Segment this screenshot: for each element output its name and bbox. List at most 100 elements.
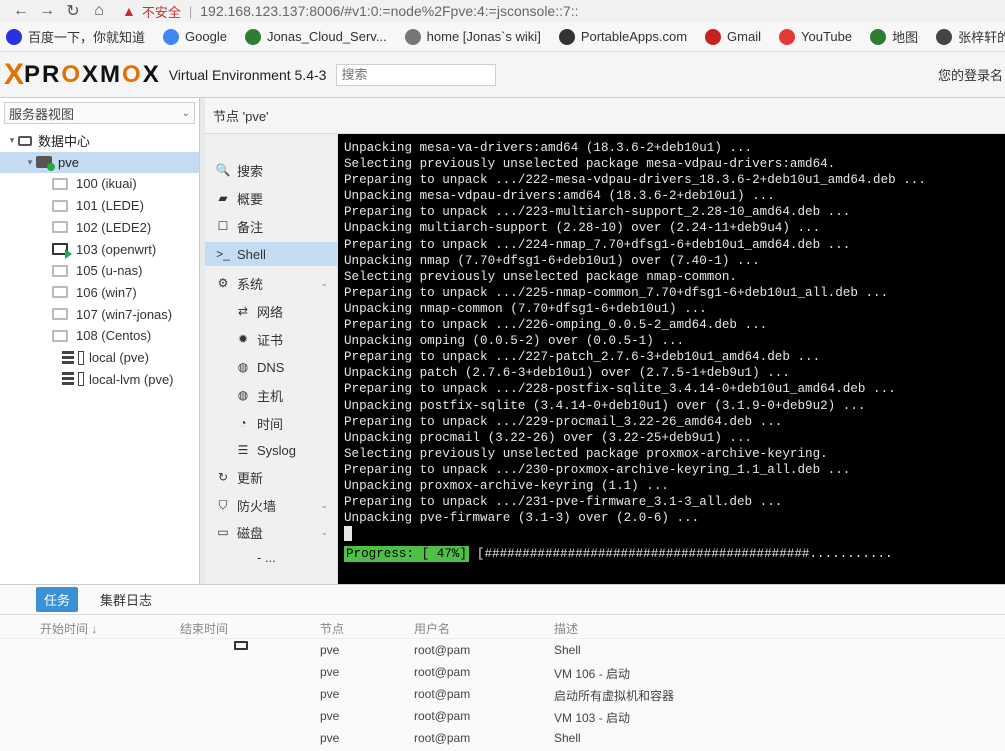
bookmark-item[interactable]: 地图 (870, 27, 918, 46)
nav-item-label: 搜索 (237, 163, 264, 179)
bookmark-item[interactable]: Gmail (705, 28, 761, 45)
home-icon[interactable]: ⌂ (86, 2, 112, 20)
task-table-header: 开始时间 ↓ 结束时间 节点 用户名 描述 (0, 615, 1005, 639)
tree-datacenter[interactable]: ▾ 数据中心 (0, 130, 199, 151)
nav-item[interactable]: ⛉ 防火墙 ⌄ (205, 493, 337, 517)
reload-icon[interactable]: ↻ (60, 1, 86, 21)
nav-item-label: 更新 (237, 470, 264, 486)
terminal-line: Preparing to unpack .../231-pve-firmware… (344, 495, 783, 510)
terminal-icon: >_ (216, 247, 230, 261)
logo-x: X (4, 57, 25, 91)
nav-item[interactable]: >_ Shell (205, 242, 337, 266)
warning-icon[interactable]: ▲ (122, 3, 136, 19)
nav-item[interactable]: ☰ Syslog (205, 438, 337, 462)
tree-vm[interactable]: 105 (u-nas) (0, 260, 199, 281)
tree-storage-label: local-lvm (pve) (89, 371, 174, 387)
nav-item[interactable]: ↻ 更新 (205, 465, 337, 489)
nav-item[interactable]: ▰ 概要 (205, 186, 337, 210)
storage-icon (62, 350, 74, 365)
network-icon: ⇄ (237, 304, 249, 318)
column-header[interactable]: 节点 (320, 620, 344, 637)
tree-vm[interactable]: 108 (Centos) (0, 325, 199, 346)
nav-item[interactable]: ⚙ 系统 ⌄ (205, 271, 337, 295)
terminal-line: Unpacking procmail (3.22-26) over (3.22-… (344, 430, 753, 445)
shell-terminal[interactable]: Unpacking mesa-va-drivers:amd64 (18.3.6-… (338, 134, 1005, 584)
forward-icon[interactable]: → (34, 2, 60, 20)
disk-icon: ▭ (217, 525, 229, 539)
bookmark-item[interactable]: 张梓轩的 (936, 27, 1005, 46)
terminal-line: Unpacking nmap (7.70+dfsg1-6+deb10u1) ov… (344, 253, 760, 268)
task-row[interactable]: pve root@pam 启动所有虚拟机和容器 (0, 683, 1005, 705)
proxmox-logo[interactable]: X PROXMOX (4, 57, 161, 91)
nav-item[interactable]: ◍ DNS (205, 355, 337, 379)
tree-vm[interactable]: 103 (openwrt) (0, 239, 199, 260)
maps-icon (870, 28, 887, 45)
nav-item[interactable]: ✹ 证书 (205, 327, 337, 351)
search-input[interactable] (336, 63, 497, 86)
gears-icon: ⚙ (217, 276, 229, 290)
nav-item-label: 系统 (237, 276, 264, 292)
tree-vm[interactable]: 101 (LEDE) (0, 195, 199, 216)
nav-item[interactable]: ◔ 时间 (205, 411, 337, 435)
bookmark-item[interactable]: home [Jonas`s wiki] (404, 28, 541, 45)
nav-item[interactable]: ▭ 磁盘 ⌄ (205, 520, 337, 544)
tree-vm[interactable]: 102 (LEDE2) (0, 217, 199, 238)
terminal-line: Unpacking proxmox-archive-keyring (1.1) … (344, 478, 669, 493)
bookmark-item[interactable]: Jonas_Cloud_Serv... (244, 28, 387, 45)
task-row[interactable]: pve root@pam VM 103 - 启动 (0, 705, 1005, 727)
nav-item[interactable]: - ... (205, 545, 337, 569)
bookmark-item[interactable]: YouTube (779, 28, 852, 45)
nav-item[interactable]: 🔍 搜索 (205, 158, 337, 182)
bookmark-item[interactable]: 百度一下，你就知道 (6, 27, 145, 46)
back-icon[interactable]: ← (8, 2, 34, 20)
terminal-cursor (344, 526, 352, 542)
collapse-arrow-icon[interactable]: ▾ (24, 157, 36, 168)
nav-item-label: 磁盘 (237, 525, 264, 541)
tree-storage[interactable]: local-lvm (pve) (0, 369, 199, 390)
nav-item-label: 时间 (257, 416, 284, 432)
task-row[interactable]: pve root@pam VM 106 - 启动 (0, 661, 1005, 683)
terminal-line: Preparing to unpack .../229-procmail_3.2… (344, 414, 783, 429)
column-header[interactable]: 描述 (554, 620, 578, 637)
tree-vm[interactable]: 107 (win7-jonas) (0, 304, 199, 325)
chevron-down-icon: ⌄ (320, 499, 328, 510)
task-row[interactable]: pve root@pam Shell (0, 639, 1005, 661)
collapse-arrow-icon[interactable]: ▾ (6, 135, 18, 146)
tree-storage[interactable]: local (pve) (0, 347, 199, 368)
view-select[interactable]: 服务器视图 ⌄ (4, 102, 195, 124)
nav-item[interactable]: ☐ 备注 (205, 214, 337, 238)
nav-item-label: 证书 (257, 332, 284, 348)
nav-item[interactable]: ⇄ 网络 (205, 299, 337, 323)
terminal-line: Unpacking patch (2.7.6-3+deb10u1) over (… (344, 366, 790, 381)
task-tab[interactable]: 集群日志 (92, 587, 160, 612)
certificate-icon: ✹ (237, 332, 249, 346)
url-text[interactable]: 192.168.123.137:8006/#v1:0:=node%2Fpve:4… (200, 3, 578, 19)
column-header[interactable]: 结束时间 (180, 620, 228, 637)
nav-item[interactable]: ◍ 主机 (205, 383, 337, 407)
task-row[interactable]: pve root@pam Shell (0, 727, 1005, 749)
bookmark-item[interactable]: PortableApps.com (558, 28, 687, 45)
security-label[interactable]: 不安全 (142, 2, 181, 21)
clock-icon: ◔ (239, 416, 247, 430)
column-header[interactable]: 用户名 (414, 620, 450, 637)
terminal-line: Unpacking nmap-common (7.70+dfsg1-6+deb1… (344, 301, 707, 316)
tree-vm[interactable]: 100 (ikuai) (0, 173, 199, 194)
vm-stopped-icon (52, 221, 68, 234)
bookmark-item[interactable]: Google (163, 28, 227, 45)
tree-node-pve[interactable]: ▾ pve (0, 151, 199, 173)
tree-vm[interactable]: 106 (win7) (0, 282, 199, 303)
refresh-icon: ↻ (217, 470, 229, 484)
task-desc: VM 103 - 启动 (554, 711, 631, 725)
terminal-line: Selecting previously unselected package … (344, 446, 828, 461)
cursor-line (344, 526, 1005, 542)
terminal-line: Preparing to unpack .../222-mesa-vdpau-d… (344, 173, 926, 188)
bookmark-label: Jonas_Cloud_Serv... (266, 29, 387, 44)
tree-vm-label: 105 (u-nas) (76, 263, 143, 279)
login-text: 您的登录名 (937, 68, 1003, 83)
chevron-down-icon: ⌄ (320, 526, 328, 537)
task-tab[interactable]: 任务 (36, 587, 79, 612)
terminal-line: Unpacking mesa-vdpau-drivers:amd64 (18.3… (344, 189, 775, 204)
column-header[interactable]: 开始时间 ↓ (40, 620, 97, 637)
tree-node-label: pve (58, 154, 79, 170)
task-user: root@pam (414, 709, 471, 723)
